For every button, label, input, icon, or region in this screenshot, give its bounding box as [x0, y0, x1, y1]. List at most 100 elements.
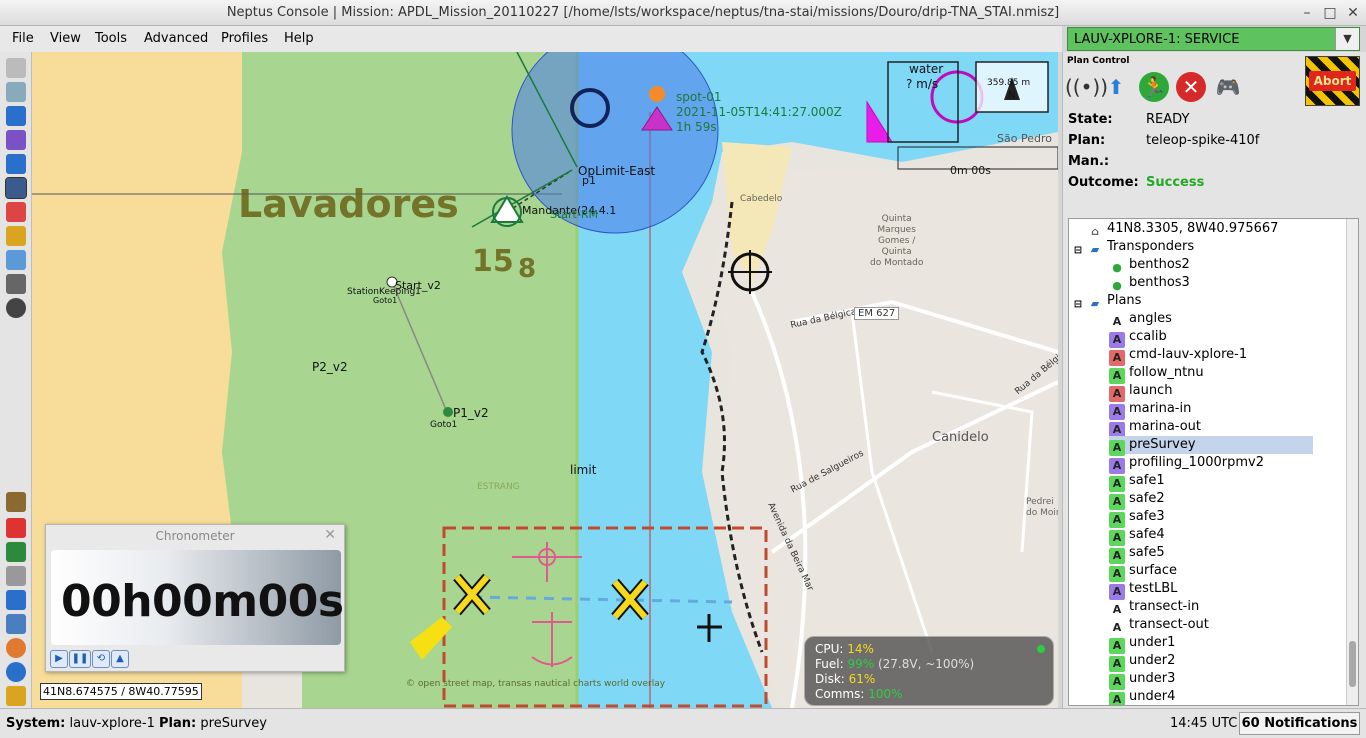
chart-icon[interactable] — [6, 590, 26, 610]
antenna-icon[interactable]: ((•)) — [1065, 72, 1108, 102]
tree-plan-item[interactable]: Asafe1 — [1109, 472, 1165, 492]
tree-transponders[interactable]: ⊟ ▰ Transponders — [1073, 238, 1194, 256]
plan-name: safe4 — [1129, 527, 1165, 542]
stop-plan-icon[interactable]: ✕ — [1176, 72, 1206, 102]
target-icon[interactable] — [6, 298, 26, 318]
lock-icon[interactable] — [6, 226, 26, 246]
tree-home[interactable]: ⌂ 41N8.3305, 8W40.975667 — [1087, 220, 1278, 238]
maneuver-goto1: Goto1 — [430, 420, 458, 430]
tree-plan-item[interactable]: ApreSurvey — [1109, 436, 1313, 456]
menu-advanced[interactable]: Advanced — [144, 31, 208, 46]
chronometer-display: 00h00m00s — [51, 550, 344, 645]
tree-plan-item[interactable]: Amarina-in — [1109, 400, 1191, 420]
plan-label: Plan: — [1068, 133, 1106, 148]
tree-plan-item[interactable]: Aunder2 — [1109, 652, 1175, 672]
tree-plan-item[interactable]: Asafe3 — [1109, 508, 1165, 528]
chevron-down-icon[interactable]: ▼ — [1335, 28, 1359, 50]
scrollbar-thumb[interactable] — [1349, 641, 1356, 687]
state-label: State: — [1068, 112, 1113, 127]
tree-plan-item[interactable]: Atransect-in — [1109, 598, 1199, 618]
plan-name: safe1 — [1129, 473, 1165, 488]
location-icon[interactable] — [6, 154, 26, 174]
play-icon[interactable]: ▶ — [50, 650, 68, 668]
plan-name: follow_ntnu — [1129, 365, 1204, 380]
vehicle-telemetry-panel: CPU: 14% Fuel: 99% (27.8V, ~100%) Disk: … — [804, 636, 1054, 706]
tree-plan-item[interactable]: Accalib — [1109, 328, 1167, 348]
start-plan-icon[interactable]: 🏃 — [1139, 72, 1169, 102]
tree-plan-item[interactable]: Aunder1 — [1109, 634, 1175, 654]
window-titlebar: Neptus Console | Mission: APDL_Mission_2… — [0, 0, 1366, 26]
minimize-button[interactable]: – — [1297, 3, 1317, 23]
tree-plan-item[interactable]: Aprofiling_1000rpmv2 — [1109, 454, 1264, 474]
tree-transponder-item[interactable]: ● benthos3 — [1109, 274, 1190, 292]
eye-icon[interactable] — [6, 274, 26, 294]
mission-tree[interactable]: ⌂ 41N8.3305, 8W40.975667 ⊟ ▰ Transponders ●… — [1068, 218, 1359, 706]
play-icon[interactable] — [6, 542, 26, 562]
tree-plan-item[interactable]: Aangles — [1109, 310, 1172, 330]
gamepad-icon[interactable]: 🎮 — [1213, 72, 1243, 102]
menu-profiles[interactable]: Profiles — [221, 31, 268, 46]
trophy-icon[interactable] — [6, 686, 26, 706]
tree-plan-item[interactable]: Amarina-out — [1109, 418, 1201, 438]
waypoint-p2-v2[interactable]: P2_v2 — [312, 360, 348, 374]
waypoint-p1[interactable]: p1 — [582, 174, 596, 187]
menu-help[interactable]: Help — [284, 31, 314, 46]
tree-plan-item[interactable]: Alaunch — [1109, 382, 1172, 402]
chronometer-time: 00h00m00s — [61, 576, 344, 627]
tree-plan-item[interactable]: Aunder4 — [1109, 688, 1175, 705]
transponder-name: benthos2 — [1129, 257, 1190, 272]
tree-plans[interactable]: ⊟ ▰ Plans — [1073, 292, 1142, 313]
plan-name: safe2 — [1129, 491, 1165, 506]
close-window-button[interactable]: ✕ — [1343, 3, 1363, 23]
up-arrow-icon[interactable]: ▲ — [111, 650, 129, 668]
waypoint-limit[interactable]: limit — [570, 463, 596, 477]
vehicle-icon[interactable] — [5, 177, 27, 199]
reset-icon[interactable]: ⟲ — [92, 650, 110, 668]
tree-scrollbar[interactable] — [1346, 219, 1358, 705]
maximize-button[interactable]: □ — [1320, 3, 1340, 23]
waypoint-start-rm[interactable]: Start-RM — [550, 208, 598, 221]
plan-control-title: Plan Control — [1067, 56, 1130, 66]
menu-file[interactable]: File — [12, 31, 34, 46]
pen-icon[interactable] — [6, 492, 26, 512]
tree-plan-item[interactable]: Asurface — [1109, 562, 1177, 582]
menu-view[interactable]: View — [50, 31, 81, 46]
tree-plan-item[interactable]: Asafe4 — [1109, 526, 1165, 546]
chronometer-panel[interactable]: Chronometer ✕ 00h00m00s ▶ ❚❚ ⟲ ▲ — [45, 524, 345, 672]
road-label-em627: EM 627 — [854, 307, 900, 320]
upload-arrow-icon[interactable]: ⬆ — [1101, 72, 1131, 102]
abort-button[interactable]: Abort — [1305, 56, 1360, 106]
pin-icon[interactable] — [6, 638, 26, 658]
notifications-button[interactable]: 60 Notifications — [1239, 712, 1360, 735]
depth-label-15: 15 — [472, 244, 514, 279]
tree-plan-item[interactable]: Aunder3 — [1109, 670, 1175, 690]
tree-plan-item[interactable]: AtestLBL — [1109, 580, 1177, 600]
collapse-icon[interactable]: ⊟ — [1073, 297, 1083, 313]
tree-plan-item[interactable]: Asafe2 — [1109, 490, 1165, 510]
water-speed: ? m/s — [906, 77, 939, 91]
rotate-icon[interactable] — [6, 82, 26, 102]
swap-icon[interactable] — [6, 130, 26, 150]
tree-plan-item[interactable]: Afollow_ntnu — [1109, 364, 1204, 384]
info-icon[interactable] — [6, 662, 26, 682]
abort-label: Abort — [1309, 71, 1356, 91]
tree-plan-item[interactable]: Acmd-lauv-xplore-1 — [1109, 346, 1247, 366]
tree-transponder-item[interactable]: ● benthos2 — [1109, 256, 1190, 274]
ruler-icon[interactable] — [6, 58, 26, 78]
image-icon[interactable] — [6, 250, 26, 270]
close-icon[interactable]: ✕ — [324, 527, 336, 543]
keyboard-icon[interactable] — [6, 566, 26, 586]
menu-tools[interactable]: Tools — [95, 31, 127, 46]
place-label-lavadores: Lavadores — [238, 182, 459, 226]
folder-icon: ▰ — [1090, 297, 1100, 310]
tree-plan-item[interactable]: Atransect-out — [1109, 616, 1209, 636]
waypoint-p1-v2[interactable]: P1_v2 — [453, 406, 489, 420]
edit-icon[interactable] — [6, 202, 26, 222]
collapse-icon[interactable]: ⊟ — [1073, 243, 1083, 259]
system-selector[interactable]: LAUV-XPLORE-1: SERVICE ▼ — [1067, 27, 1360, 51]
square-icon[interactable] — [6, 106, 26, 126]
tree-plan-item[interactable]: Asafe5 — [1109, 544, 1165, 564]
gauge-icon[interactable] — [6, 614, 26, 634]
pause-icon[interactable]: ❚❚ — [69, 650, 91, 668]
marker-icon[interactable] — [6, 518, 26, 538]
